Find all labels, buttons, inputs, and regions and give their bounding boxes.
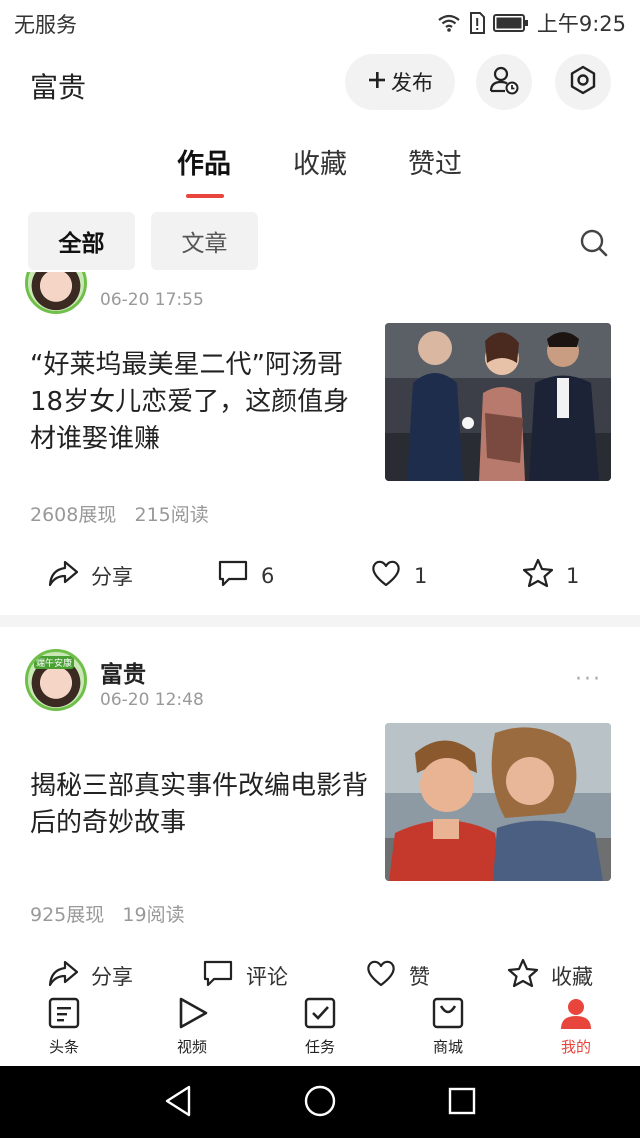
favorite-button[interactable]: 收藏 (507, 958, 593, 992)
news-icon (47, 996, 81, 1034)
post-actions: 分享 评论 赞 收藏 (0, 958, 640, 992)
filter-all-chip[interactable]: 全部 (28, 212, 135, 270)
nav-item-profile[interactable]: 我的 (536, 996, 616, 1057)
share-button[interactable]: 分享 (47, 958, 133, 992)
post-card[interactable]: 06-20 17:55 “好莱坞最美星二代”阿汤哥18岁女儿恋爱了，这颜值身材谁… (0, 272, 640, 615)
play-icon (175, 996, 209, 1034)
profile-name: 富贵 (30, 71, 87, 104)
share-label: 分享 (91, 964, 133, 989)
favorite-button[interactable]: 1 (522, 558, 579, 593)
share-button[interactable]: 分享 (47, 558, 133, 593)
settings-button[interactable] (555, 54, 611, 110)
post-title[interactable]: 揭秘三部真实事件改编电影背后的奇妙故事 (30, 768, 370, 842)
reads-count: 19阅读 (122, 904, 185, 926)
nav-item-task[interactable]: 任务 (280, 996, 360, 1057)
profile-icon (559, 996, 593, 1034)
nav-label: 商城 (432, 1038, 463, 1056)
clock: 上午9:25 (536, 12, 626, 36)
impressions-count: 2608展现 (30, 504, 117, 526)
share-icon (47, 558, 79, 593)
search-icon[interactable] (578, 227, 610, 263)
comment-count: 6 (261, 563, 275, 588)
wifi-icon (437, 13, 461, 33)
post-author[interactable]: 富贵 (100, 655, 146, 689)
gear-icon (567, 64, 599, 100)
shop-icon (431, 996, 465, 1034)
task-icon (303, 996, 337, 1034)
bottom-nav: 头条 视频 任务 商城 我的 (0, 992, 640, 1066)
carrier-label: 无服务 (14, 13, 77, 37)
recent-apps-icon[interactable] (447, 1084, 477, 1122)
comment-label: 评论 (246, 964, 288, 989)
nav-label: 头条 (48, 1038, 79, 1056)
post-thumbnail[interactable] (385, 323, 611, 481)
system-nav-bar (0, 1066, 640, 1138)
user-settings-button[interactable] (476, 54, 532, 110)
nav-item-video[interactable]: 视频 (152, 996, 232, 1057)
like-button[interactable]: 赞 (365, 958, 430, 992)
post-actions: 分享 6 1 1 (0, 558, 640, 608)
post-time: 06-20 12:48 (100, 690, 204, 710)
impressions-count: 925展现 (30, 904, 105, 926)
profile-header: 富贵 发布 (0, 44, 640, 124)
nav-label: 视频 (176, 1038, 207, 1056)
nav-item-shop[interactable]: 商城 (408, 996, 488, 1057)
comment-button[interactable]: 评论 (202, 958, 288, 992)
filter-article-chip[interactable]: 文章 (151, 212, 258, 270)
publish-label: 发布 (391, 71, 433, 95)
post-separator (0, 615, 640, 627)
share-label: 分享 (91, 564, 133, 589)
back-icon[interactable] (163, 1084, 193, 1122)
tab-liked[interactable]: 赞过 (408, 142, 462, 181)
post-stats: 2608展现 215阅读 (30, 500, 209, 527)
sim-alert-icon (469, 12, 485, 34)
nav-label: 任务 (304, 1038, 335, 1056)
heart-icon (365, 958, 397, 992)
tab-works[interactable]: 作品 (177, 142, 231, 181)
favorite-count: 1 (566, 563, 580, 588)
filter-all-label: 全部 (58, 231, 105, 257)
nav-item-news[interactable]: 头条 (24, 996, 104, 1057)
comment-button[interactable]: 6 (217, 558, 274, 593)
star-icon (507, 958, 539, 992)
avatar[interactable]: 端午安康 (25, 649, 87, 711)
reads-count: 215阅读 (134, 504, 209, 526)
nav-label: 我的 (560, 1038, 591, 1056)
favorite-label: 收藏 (551, 964, 593, 989)
tab-favorites[interactable]: 收藏 (293, 142, 347, 181)
avatar-badge: 端午安康 (34, 656, 75, 669)
comment-icon (217, 558, 249, 593)
like-label: 赞 (409, 964, 430, 989)
publish-button[interactable]: 发布 (345, 54, 455, 110)
post-thumbnail[interactable] (385, 723, 611, 881)
battery-icon (492, 14, 529, 32)
comment-icon (202, 958, 234, 992)
status-bar: 无服务 上午9:25 (0, 0, 640, 44)
post-time: 06-20 17:55 (100, 290, 204, 310)
heart-icon (370, 558, 402, 593)
active-tab-indicator (186, 194, 224, 198)
user-clock-icon (488, 64, 520, 100)
avatar[interactable] (25, 272, 87, 314)
post-stats: 925展现 19阅读 (30, 900, 185, 927)
post-title[interactable]: “好莱坞最美星二代”阿汤哥18岁女儿恋爱了，这颜值身材谁娶谁赚 (30, 347, 370, 458)
home-icon[interactable] (303, 1084, 337, 1122)
content-tabs: 作品 收藏 赞过 (0, 130, 640, 200)
more-options-icon[interactable]: ··· (575, 667, 602, 692)
like-count: 1 (414, 563, 428, 588)
like-button[interactable]: 1 (370, 558, 427, 593)
share-icon (47, 958, 79, 992)
filter-bar: 全部 文章 (0, 212, 640, 272)
filter-article-label: 文章 (181, 231, 228, 257)
plus-icon (367, 70, 387, 95)
post-card[interactable]: 端午安康 富贵 06-20 12:48 ··· 揭秘三部真实事件改编电影背后的奇… (0, 627, 640, 992)
star-icon (522, 558, 554, 593)
